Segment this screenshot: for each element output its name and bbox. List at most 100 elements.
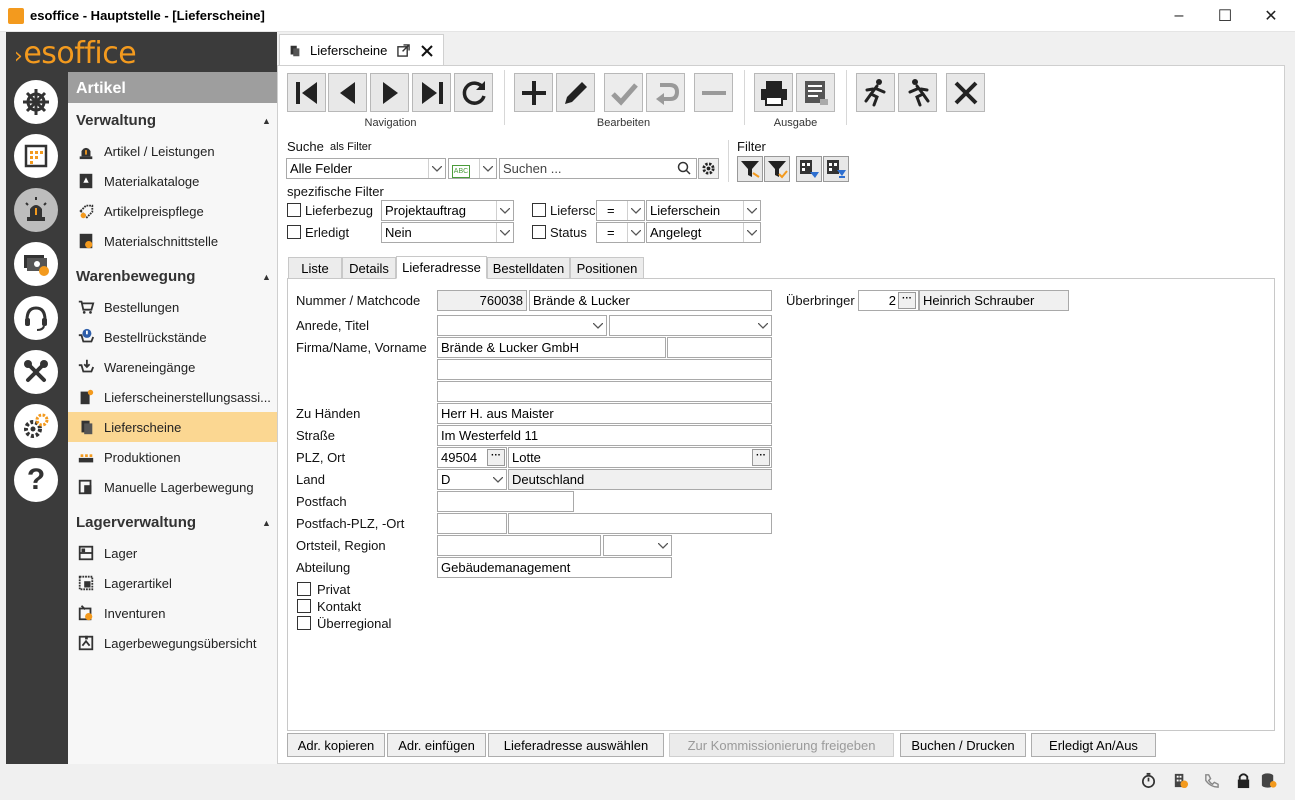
nav-group-warenbewegung[interactable]: Warenbewegung (76, 268, 195, 285)
calendar-icon[interactable] (14, 134, 58, 178)
print-button[interactable] (754, 73, 793, 112)
filter-funnel-icon[interactable] (737, 156, 763, 182)
tab-liste[interactable]: Liste (288, 257, 342, 279)
delete-button[interactable] (694, 73, 733, 112)
adr-kopieren-button[interactable]: Adr. kopieren (287, 733, 385, 757)
ueberbringer-name-field[interactable]: Heinrich Schrauber (919, 290, 1069, 311)
gears-icon[interactable] (14, 404, 58, 448)
cash-icon[interactable] (14, 242, 58, 286)
tools-icon[interactable] (14, 350, 58, 394)
run-right-button[interactable] (898, 73, 937, 112)
nummer-field[interactable]: 760038 (437, 290, 527, 311)
erledigt-checkbox[interactable] (287, 225, 301, 239)
name3-field[interactable] (437, 381, 772, 402)
land-code-select[interactable]: D (437, 469, 507, 490)
ort-field[interactable]: Lotte (508, 447, 772, 468)
abteilung-field[interactable]: Gebäudemanagement (437, 557, 672, 578)
search-settings-icon[interactable] (698, 158, 719, 179)
run-left-button[interactable] (856, 73, 895, 112)
tab-lieferadresse[interactable]: Lieferadresse (396, 256, 487, 279)
nav-group-verwaltung[interactable]: Verwaltung (76, 112, 156, 129)
nav-item-produktionen[interactable]: Produktionen (68, 442, 277, 472)
anrede-select[interactable] (437, 315, 607, 336)
tab-bestelldaten[interactable]: Bestelldaten (487, 257, 570, 279)
postfach-plz-field[interactable] (437, 513, 507, 534)
search-icon[interactable] (677, 161, 691, 178)
ueberbringer-lookup-button[interactable]: ··· (898, 292, 916, 309)
search-field-select[interactable]: Alle Felder (286, 158, 446, 179)
minimize-button[interactable]: – (1156, 0, 1202, 32)
buchen-drucken-button[interactable]: Buchen / Drucken (900, 733, 1026, 757)
maximize-button[interactable]: ☐ (1202, 0, 1248, 32)
nav-item-lagerbewegungsuebersicht[interactable]: Lagerbewegungsübersicht (68, 628, 277, 658)
kontakt-checkbox[interactable] (297, 599, 311, 613)
titel-select[interactable] (609, 315, 772, 336)
stopwatch-icon[interactable] (1138, 770, 1158, 790)
ueberregional-checkbox[interactable] (297, 616, 311, 630)
collapse-caret-icon[interactable]: ▲ (262, 116, 271, 126)
previous-record-button[interactable] (328, 73, 367, 112)
document-tab-lieferscheine[interactable]: Lieferscheine (279, 34, 444, 66)
lieferadresse-auswaehlen-button[interactable]: Lieferadresse auswählen (488, 733, 664, 757)
postfach-ort-field[interactable] (508, 513, 772, 534)
filter-grid-clear-icon[interactable] (823, 156, 849, 182)
add-button[interactable] (514, 73, 553, 112)
ort-lookup-button[interactable]: ··· (752, 449, 770, 466)
privat-checkbox[interactable] (297, 582, 311, 596)
phone-icon[interactable] (1201, 770, 1221, 790)
region-select[interactable] (603, 535, 672, 556)
lieferbezug-select[interactable]: Projektauftrag (381, 200, 514, 221)
nav-group-lagerverwaltung[interactable]: Lagerverwaltung (76, 514, 196, 531)
collapse-caret-icon[interactable]: ▲ (262, 518, 271, 528)
postfach-field[interactable] (437, 491, 574, 512)
nav-item-artikelpreispflege[interactable]: Artikelpreispflege (68, 196, 277, 226)
search-input[interactable]: Suchen ... (499, 158, 697, 179)
edit-button[interactable] (556, 73, 595, 112)
name2-field[interactable] (437, 359, 772, 380)
help-icon[interactable]: ? (14, 458, 58, 502)
lieferschein-operator-select[interactable]: = (596, 200, 645, 221)
alarm-light-icon[interactable] (14, 188, 58, 232)
database-icon[interactable] (1258, 770, 1278, 790)
nav-item-lager[interactable]: Lager (68, 538, 277, 568)
search-mode-select[interactable]: ABC (448, 158, 497, 179)
nav-item-materialkataloge[interactable]: Materialkataloge (68, 166, 277, 196)
collapse-caret-icon[interactable]: ▲ (262, 272, 271, 282)
lieferschein-select[interactable]: Lieferschein (646, 200, 761, 221)
lock-icon[interactable] (1233, 770, 1253, 790)
matchcode-field[interactable]: Brände & Lucker (529, 290, 772, 311)
filter-apply-icon[interactable] (764, 156, 790, 182)
erledigt-an-aus-button[interactable]: Erledigt An/Aus (1031, 733, 1156, 757)
tab-positionen[interactable]: Positionen (570, 257, 644, 279)
zuhaenden-field[interactable]: Herr H. aus Maister (437, 403, 772, 424)
filter-grid-icon[interactable] (796, 156, 822, 182)
nav-item-wareneingaenge[interactable]: Wareneingänge (68, 352, 277, 382)
building-icon[interactable] (1170, 770, 1190, 790)
land-field[interactable]: Deutschland (508, 469, 772, 490)
popout-icon[interactable] (397, 44, 411, 57)
erledigt-select[interactable]: Nein (381, 222, 514, 243)
output-list-button[interactable] (796, 73, 835, 112)
status-select[interactable]: Angelegt (646, 222, 761, 243)
lieferschein-checkbox[interactable] (532, 203, 546, 217)
ortsteil-field[interactable] (437, 535, 601, 556)
nav-item-lieferscheinerstellungsassistent[interactable]: Lieferscheinerstellungsassi... (68, 382, 277, 412)
tab-details[interactable]: Details (342, 257, 396, 279)
nav-item-artikel-leistungen[interactable]: Artikel / Leistungen (68, 136, 277, 166)
helm-icon[interactable] (14, 80, 58, 124)
kommissionierung-freigeben-button[interactable]: Zur Kommissionierung freigeben (669, 733, 894, 757)
nav-item-bestellrueckstaende[interactable]: Bestellrückstände (68, 322, 277, 352)
as-filter-label[interactable]: als Filter (330, 141, 372, 153)
headset-icon[interactable] (14, 296, 58, 340)
first-record-button[interactable] (287, 73, 326, 112)
undo-button[interactable] (646, 73, 685, 112)
nav-item-lieferscheine[interactable]: Lieferscheine (68, 412, 277, 442)
status-checkbox[interactable] (532, 225, 546, 239)
nav-item-manuelle-lagerbewegung[interactable]: Manuelle Lagerbewegung (68, 472, 277, 502)
close-tab-icon[interactable] (420, 44, 434, 58)
lieferbezug-checkbox[interactable] (287, 203, 301, 217)
nav-item-lagerartikel[interactable]: Lagerartikel (68, 568, 277, 598)
status-operator-select[interactable]: = (596, 222, 645, 243)
nav-item-materialschnittstelle[interactable]: Materialschnittstelle (68, 226, 277, 256)
nav-item-bestellungen[interactable]: Bestellungen (68, 292, 277, 322)
